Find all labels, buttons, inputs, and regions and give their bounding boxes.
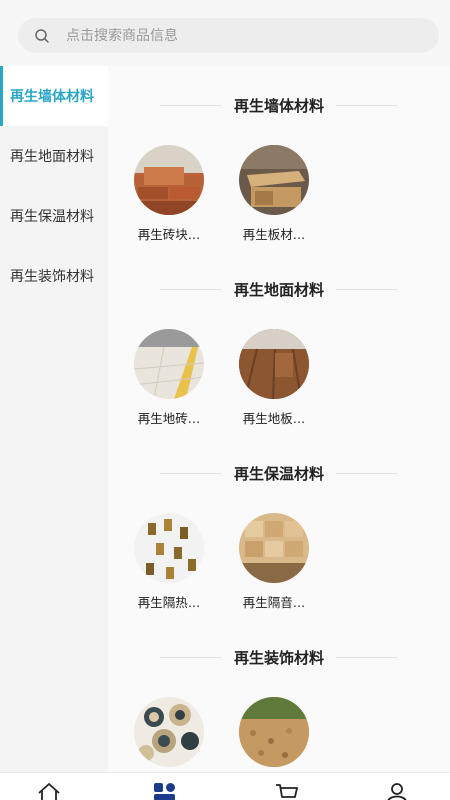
product-image-heat-insulation[interactable]	[134, 513, 204, 583]
divider	[159, 104, 222, 106]
product-item[interactable]: 再生地砖…	[124, 329, 214, 427]
section-title: 再生装饰材料	[108, 646, 450, 668]
sidebar-item-decoration[interactable]: 再生装饰材料	[0, 246, 108, 306]
divider	[159, 472, 222, 474]
category-icon[interactable]	[152, 781, 178, 800]
sidebar-item-label: 再生墙体材料	[10, 89, 94, 105]
divider	[336, 656, 398, 658]
product-item[interactable]: 再生隔音…	[229, 513, 319, 611]
divider	[336, 288, 398, 290]
product-image-sound-insulation[interactable]	[239, 513, 309, 583]
section-wall: 再生墙体材料 再生砖块… 再生板材…	[108, 66, 450, 250]
product-label: 再生隔热…	[137, 595, 201, 610]
search-box[interactable]	[18, 18, 439, 53]
divider	[336, 472, 398, 474]
section-title: 再生地面材料	[108, 278, 450, 300]
section-title-text: 再生地面材料	[233, 280, 324, 299]
product-list: 再生墙体材料 再生砖块… 再生板材… 再生地面材料 再生地砖… 再生地板… 再生…	[108, 66, 450, 772]
section-title: 再生墙体材料	[108, 94, 450, 116]
sidebar-item-wall[interactable]: 再生墙体材料	[0, 66, 108, 126]
section-insulation: 再生保温材料 再生隔热… 再生隔音…	[108, 434, 450, 618]
user-icon[interactable]	[384, 781, 410, 800]
search-input[interactable]	[66, 27, 396, 44]
divider	[159, 288, 222, 290]
section-floor: 再生地面材料 再生地砖… 再生地板…	[108, 250, 450, 434]
product-item[interactable]	[229, 697, 319, 772]
product-label: 再生地板…	[242, 411, 306, 426]
section-decoration: 再生装饰材料	[108, 618, 450, 772]
bottom-tab-bar	[0, 772, 450, 800]
category-sidebar: 再生墙体材料 再生地面材料 再生保温材料 再生装饰材料	[0, 66, 108, 772]
product-item[interactable]: 再生砖块…	[124, 145, 214, 243]
product-label: 再生板材…	[242, 227, 306, 242]
divider	[336, 104, 398, 106]
product-item[interactable]: 再生板材…	[229, 145, 319, 243]
divider	[159, 656, 222, 658]
product-label: 再生隔音…	[242, 595, 306, 610]
product-image-decor-gravel[interactable]	[239, 697, 309, 767]
sidebar-item-label: 再生地面材料	[10, 149, 94, 165]
sidebar-item-insulation[interactable]: 再生保温材料	[0, 186, 108, 246]
sidebar-item-label: 再生保温材料	[10, 209, 94, 225]
product-image-brick[interactable]	[134, 145, 204, 215]
product-item[interactable]	[124, 697, 214, 772]
product-image-floor-tile[interactable]	[134, 329, 204, 399]
product-image-decor-plates[interactable]	[134, 697, 204, 767]
top-bar	[0, 0, 450, 66]
search-icon	[35, 28, 49, 43]
home-icon[interactable]	[36, 781, 62, 800]
sidebar-item-label: 再生装饰材料	[10, 269, 94, 285]
product-label: 再生地砖…	[137, 411, 201, 426]
section-title-text: 再生保温材料	[233, 464, 324, 483]
sidebar-item-floor[interactable]: 再生地面材料	[0, 126, 108, 186]
product-item[interactable]: 再生地板…	[229, 329, 319, 427]
section-title-text: 再生墙体材料	[233, 96, 324, 115]
cart-icon[interactable]	[274, 781, 300, 800]
product-item[interactable]: 再生隔热…	[124, 513, 214, 611]
product-label: 再生砖块…	[137, 227, 201, 242]
section-title: 再生保温材料	[108, 462, 450, 484]
section-title-text: 再生装饰材料	[233, 648, 324, 667]
product-image-board[interactable]	[239, 145, 309, 215]
product-image-floorboard[interactable]	[239, 329, 309, 399]
